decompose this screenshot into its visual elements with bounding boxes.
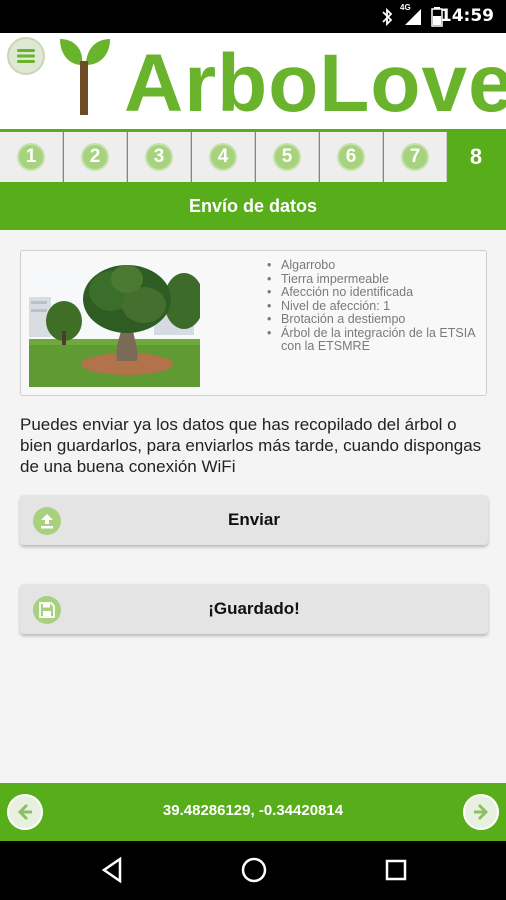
step-number: 4 [209, 143, 237, 171]
step-number: 1 [17, 143, 45, 171]
signal-icon [405, 9, 421, 25]
tree-details-list: Algarrobo Tierra impermeable Afección no… [265, 258, 480, 354]
tree-detail-item: Nivel de afección: 1 [265, 299, 480, 314]
section-title: Envío de datos [0, 182, 506, 230]
tree-detail-item: Algarrobo [265, 258, 480, 273]
logo-tree-icon [60, 39, 110, 115]
step-number: 6 [337, 143, 365, 171]
step-tab-6[interactable]: 6 [320, 132, 383, 182]
step-number: 3 [145, 143, 173, 171]
home-icon[interactable] [240, 855, 268, 885]
status-time: 14:59 [439, 6, 494, 26]
send-button[interactable]: Enviar [20, 495, 488, 545]
step-tab-8[interactable]: 8 [446, 132, 506, 182]
info-message: Puedes enviar ya los datos que has recop… [20, 415, 482, 476]
send-button-label: Enviar [228, 510, 280, 529]
step-number: 2 [81, 143, 109, 171]
save-button[interactable]: ¡Guardado! [20, 584, 488, 634]
tree-summary-card: Algarrobo Tierra impermeable Afección no… [20, 250, 487, 396]
hamburger-icon [17, 49, 35, 63]
tree-photo [29, 261, 200, 387]
back-icon[interactable] [100, 855, 124, 885]
step-tab-2[interactable]: 2 [64, 132, 127, 182]
step-tab-3[interactable]: 3 [128, 132, 191, 182]
recents-icon[interactable] [384, 855, 408, 885]
step-number: 8 [469, 144, 483, 169]
tree-detail-item: Árbol de la integración de la ETSIA con … [265, 326, 480, 354]
step-tabs: 1 2 3 4 5 6 7 8 [0, 129, 506, 182]
menu-button[interactable] [7, 37, 45, 75]
floppy-disk-icon [33, 596, 61, 624]
gps-coordinates: 39.48286129, -0.34420814 [162, 802, 344, 819]
app-logo-text: ArboLove [124, 38, 506, 129]
system-nav-bar [0, 841, 506, 900]
tree-detail-item: Brotación a destiempo [265, 312, 480, 327]
bluetooth-icon [382, 7, 393, 27]
step-tab-1[interactable]: 1 [0, 132, 63, 182]
tree-detail-item: Tierra impermeable [265, 272, 480, 287]
save-button-label: ¡Guardado! [208, 599, 300, 618]
upload-icon [33, 507, 61, 535]
coordinates-footer: 39.48286129, -0.34420814 [0, 783, 506, 841]
status-bar: 4G 14:59 [0, 0, 506, 33]
step-tab-4[interactable]: 4 [192, 132, 255, 182]
step-tab-7[interactable]: 7 [384, 132, 447, 182]
step-number: 7 [401, 143, 429, 171]
tree-detail-item: Afección no identificada [265, 285, 480, 300]
step-number: 5 [273, 143, 301, 171]
app-header: ArboLove [0, 33, 506, 129]
arrow-right-icon [474, 803, 489, 821]
step-tab-5[interactable]: 5 [256, 132, 319, 182]
next-step-button[interactable] [463, 794, 499, 830]
